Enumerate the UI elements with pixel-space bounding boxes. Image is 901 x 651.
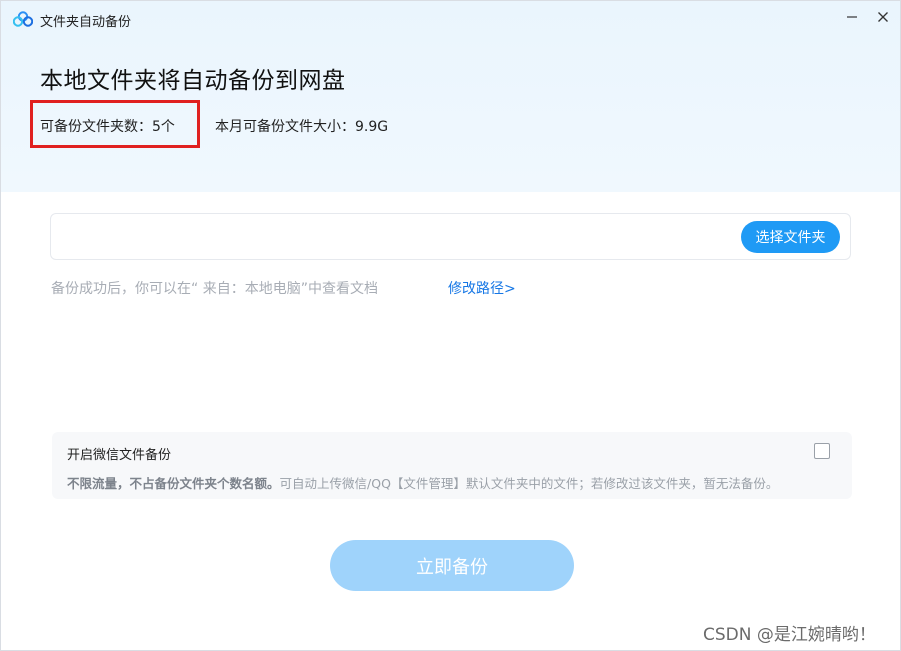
backup-window: 文件夹自动备份 本地文件夹将自动备份到网盘 可备份文件夹数：5个 本月可备份文件… (0, 0, 901, 651)
choose-folder-button[interactable]: 选择文件夹 (741, 221, 840, 253)
wechat-desc-rest: 可自动上传微信/QQ【文件管理】默认文件夹中的文件；若修改过该文件夹，暂无法备份… (279, 476, 779, 491)
monthly-size-label: 本月可备份文件大小：9.9G (215, 119, 389, 135)
window-title: 文件夹自动备份 (40, 15, 132, 30)
wechat-backup-description: 不限流量，不占备份文件夹个数名额。可自动上传微信/QQ【文件管理】默认文件夹中的… (67, 473, 778, 492)
wechat-backup-title: 开启微信文件备份 (67, 448, 172, 463)
backup-location-hint: 备份成功后，你可以在“ 来自：本地电脑”中查看文档 (51, 281, 378, 297)
folder-path-field[interactable] (50, 213, 851, 260)
annotation-highlight-box (30, 100, 200, 148)
wechat-backup-checkbox[interactable] (814, 443, 830, 459)
minimize-icon (847, 16, 857, 18)
minimize-button[interactable] (837, 4, 867, 30)
close-button[interactable] (868, 4, 898, 30)
wechat-desc-bold: 不限流量，不占备份文件夹个数名额。 (67, 476, 280, 491)
csdn-watermark: CSDN @是江婉晴哟！ (703, 625, 876, 645)
title-bar[interactable]: 文件夹自动备份 (1, 1, 900, 37)
close-icon (878, 12, 888, 22)
page-title: 本地文件夹将自动备份到网盘 (40, 68, 346, 94)
baidu-netdisk-cloud-icon (13, 11, 33, 27)
backup-now-button[interactable]: 立即备份 (330, 540, 574, 591)
modify-path-link[interactable]: 修改路径> (448, 278, 516, 298)
